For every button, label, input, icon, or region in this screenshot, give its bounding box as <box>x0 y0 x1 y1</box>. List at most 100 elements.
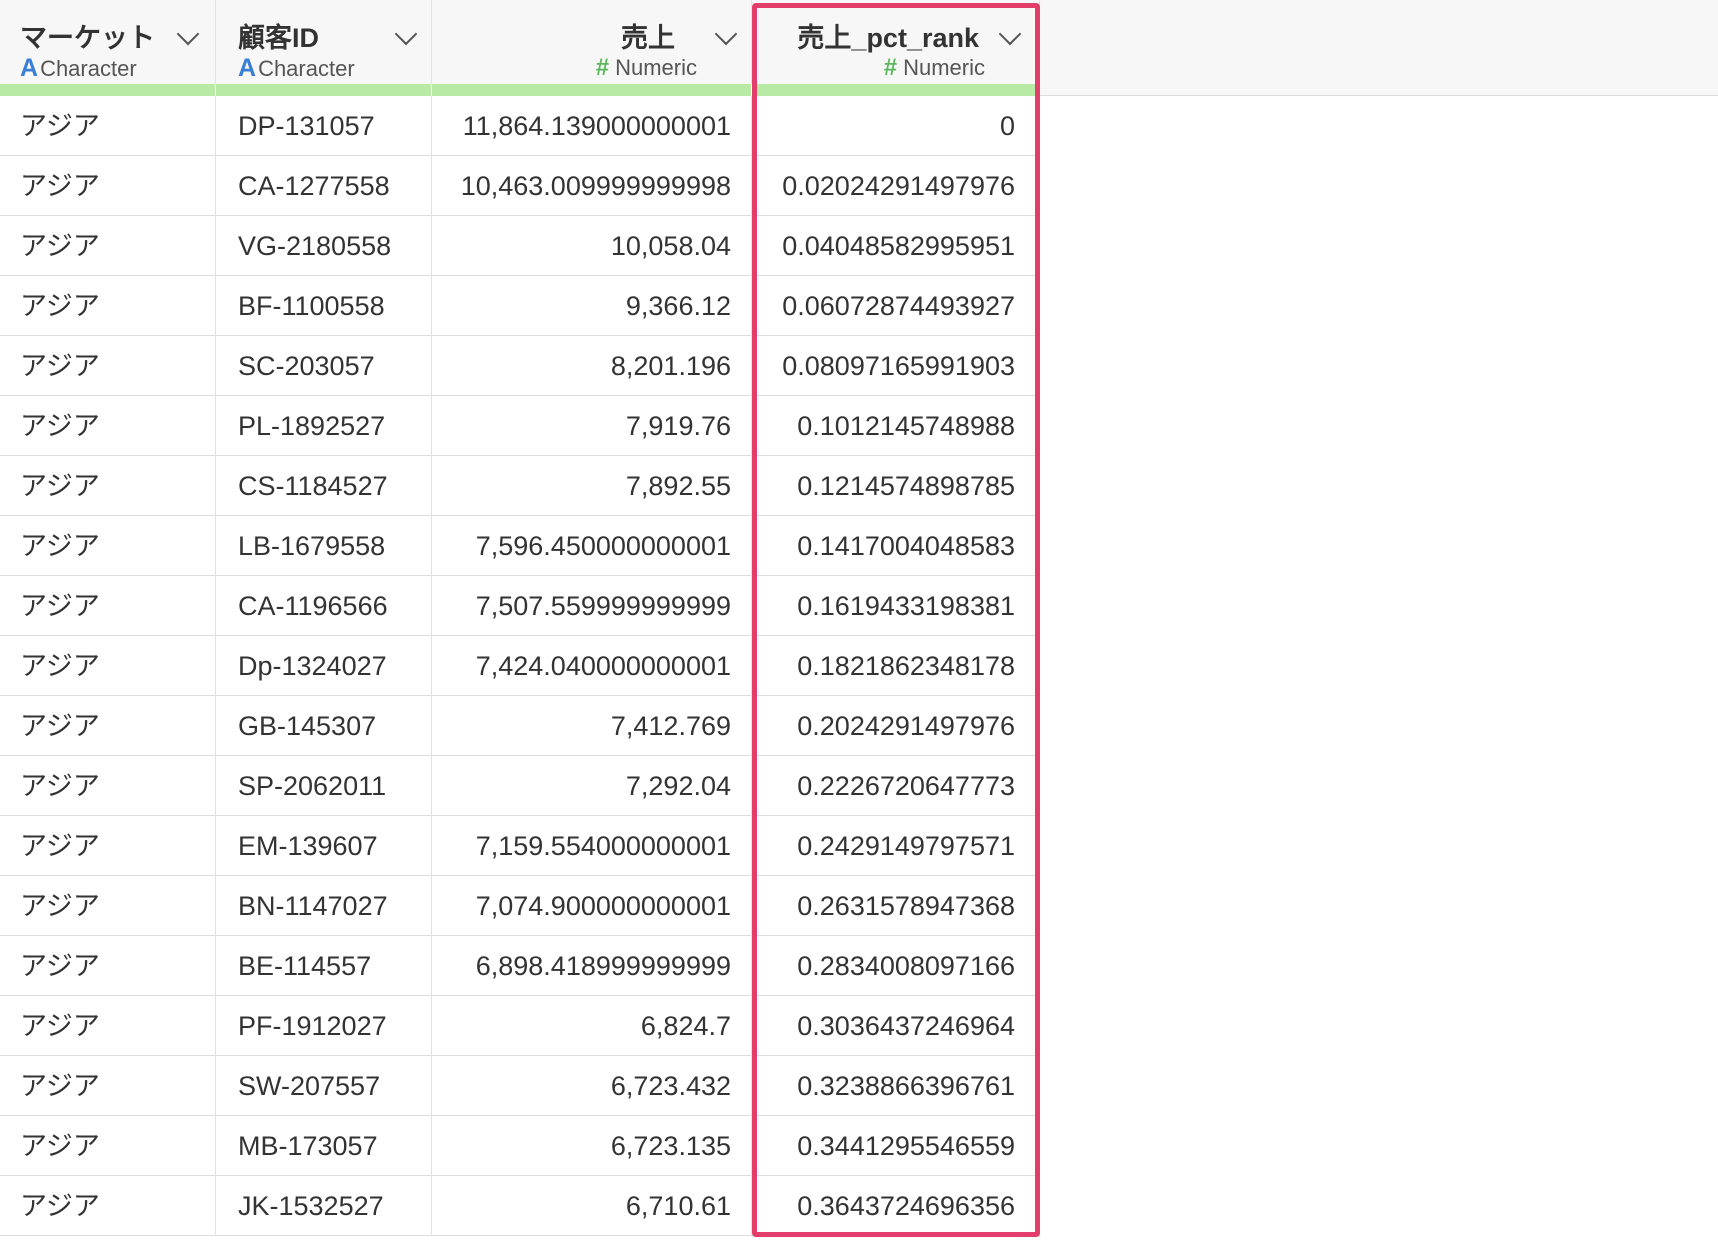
table-row[interactable]: アジア SP-2062011 7,292.04 0.2226720647773 <box>0 756 1040 816</box>
table-row[interactable]: アジア MB-173057 6,723.135 0.3441295546559 <box>0 1116 1040 1176</box>
table-row[interactable]: アジア BF-1100558 9,366.12 0.06072874493927 <box>0 276 1040 336</box>
cell-market[interactable]: アジア <box>0 516 216 576</box>
cell-sales-pct-rank[interactable]: 0.1821862348178 <box>752 636 1040 696</box>
cell-sales-pct-rank[interactable]: 0.2834008097166 <box>752 936 1040 996</box>
cell-market[interactable]: アジア <box>0 1056 216 1116</box>
cell-sales[interactable]: 6,824.7 <box>432 996 752 1056</box>
column-header-customer-id[interactable]: 顧客ID ACharacter <box>216 0 432 96</box>
cell-customer-id[interactable]: LB-1679558 <box>216 516 432 576</box>
cell-sales-pct-rank[interactable]: 0.2226720647773 <box>752 756 1040 816</box>
cell-customer-id[interactable]: SC-203057 <box>216 336 432 396</box>
cell-customer-id[interactable]: SW-207557 <box>216 1056 432 1116</box>
cell-market[interactable]: アジア <box>0 936 216 996</box>
cell-sales[interactable]: 7,159.554000000001 <box>432 816 752 876</box>
cell-market[interactable]: アジア <box>0 276 216 336</box>
cell-customer-id[interactable]: CA-1196566 <box>216 576 432 636</box>
cell-sales[interactable]: 10,463.009999999998 <box>432 156 752 216</box>
cell-customer-id[interactable]: CA-1277558 <box>216 156 432 216</box>
cell-sales-pct-rank[interactable]: 0.06072874493927 <box>752 276 1040 336</box>
chevron-down-icon[interactable] <box>998 22 1022 46</box>
cell-sales-pct-rank[interactable]: 0.2024291497976 <box>752 696 1040 756</box>
table-row[interactable]: アジア VG-2180558 10,058.04 0.04048582995951 <box>0 216 1040 276</box>
cell-sales[interactable]: 6,723.135 <box>432 1116 752 1176</box>
cell-market[interactable]: アジア <box>0 1176 216 1236</box>
cell-customer-id[interactable]: Dp-1324027 <box>216 636 432 696</box>
cell-customer-id[interactable]: PF-1912027 <box>216 996 432 1056</box>
cell-customer-id[interactable]: GB-145307 <box>216 696 432 756</box>
cell-sales-pct-rank[interactable]: 0.3036437246964 <box>752 996 1040 1056</box>
cell-sales[interactable]: 6,898.418999999999 <box>432 936 752 996</box>
chevron-down-icon[interactable] <box>394 22 418 46</box>
cell-market[interactable]: アジア <box>0 636 216 696</box>
table-row[interactable]: アジア JK-1532527 6,710.61 0.3643724696356 <box>0 1176 1040 1236</box>
table-row[interactable]: アジア Dp-1324027 7,424.040000000001 0.1821862… <box>0 636 1040 696</box>
table-row[interactable]: アジア EM-139607 7,159.554000000001 0.24291497… <box>0 816 1040 876</box>
cell-market[interactable]: アジア <box>0 336 216 396</box>
cell-sales-pct-rank[interactable]: 0.3238866396761 <box>752 1056 1040 1116</box>
cell-market[interactable]: アジア <box>0 456 216 516</box>
cell-sales-pct-rank[interactable]: 0.02024291497976 <box>752 156 1040 216</box>
cell-market[interactable]: アジア <box>0 96 216 156</box>
cell-sales-pct-rank[interactable]: 0.08097165991903 <box>752 336 1040 396</box>
chevron-down-icon[interactable] <box>176 22 200 46</box>
cell-customer-id[interactable]: PL-1892527 <box>216 396 432 456</box>
cell-customer-id[interactable]: BE-114557 <box>216 936 432 996</box>
cell-sales[interactable]: 7,074.900000000001 <box>432 876 752 936</box>
cell-customer-id[interactable]: BF-1100558 <box>216 276 432 336</box>
table-row[interactable]: アジア CS-1184527 7,892.55 0.1214574898785 <box>0 456 1040 516</box>
cell-sales[interactable]: 7,412.769 <box>432 696 752 756</box>
cell-sales-pct-rank[interactable]: 0.3441295546559 <box>752 1116 1040 1176</box>
cell-customer-id[interactable]: BN-1147027 <box>216 876 432 936</box>
cell-customer-id[interactable]: MB-173057 <box>216 1116 432 1176</box>
cell-customer-id[interactable]: DP-131057 <box>216 96 432 156</box>
table-row[interactable]: アジア PF-1912027 6,824.7 0.3036437246964 <box>0 996 1040 1056</box>
column-header-sales[interactable]: 売上 # Numeric <box>432 0 752 96</box>
cell-sales[interactable]: 10,058.04 <box>432 216 752 276</box>
cell-sales[interactable]: 7,292.04 <box>432 756 752 816</box>
cell-sales-pct-rank[interactable]: 0.2429149797571 <box>752 816 1040 876</box>
cell-customer-id[interactable]: SP-2062011 <box>216 756 432 816</box>
cell-sales[interactable]: 8,201.196 <box>432 336 752 396</box>
cell-market[interactable]: アジア <box>0 156 216 216</box>
column-header-market[interactable]: マーケット ACharacter <box>0 0 216 96</box>
cell-market[interactable]: アジア <box>0 576 216 636</box>
cell-market[interactable]: アジア <box>0 756 216 816</box>
cell-sales[interactable]: 7,507.559999999999 <box>432 576 752 636</box>
cell-sales-pct-rank[interactable]: 0.04048582995951 <box>752 216 1040 276</box>
cell-sales-pct-rank[interactable]: 0.1214574898785 <box>752 456 1040 516</box>
table-row[interactable]: アジア DP-131057 11,864.139000000001 0 <box>0 96 1040 156</box>
cell-sales[interactable]: 7,424.040000000001 <box>432 636 752 696</box>
table-row[interactable]: アジア CA-1196566 7,507.559999999999 0.1619433… <box>0 576 1040 636</box>
cell-sales-pct-rank[interactable]: 0.1619433198381 <box>752 576 1040 636</box>
cell-customer-id[interactable]: JK-1532527 <box>216 1176 432 1236</box>
cell-customer-id[interactable]: EM-139607 <box>216 816 432 876</box>
table-row[interactable]: アジア CA-1277558 10,463.009999999998 0.020242… <box>0 156 1040 216</box>
cell-market[interactable]: アジア <box>0 396 216 456</box>
cell-market[interactable]: アジア <box>0 816 216 876</box>
chevron-down-icon[interactable] <box>714 22 738 46</box>
cell-sales[interactable]: 7,919.76 <box>432 396 752 456</box>
cell-sales-pct-rank[interactable]: 0.2631578947368 <box>752 876 1040 936</box>
cell-sales[interactable]: 6,723.432 <box>432 1056 752 1116</box>
cell-market[interactable]: アジア <box>0 1116 216 1176</box>
cell-sales[interactable]: 6,710.61 <box>432 1176 752 1236</box>
cell-customer-id[interactable]: CS-1184527 <box>216 456 432 516</box>
cell-market[interactable]: アジア <box>0 216 216 276</box>
cell-sales[interactable]: 7,596.450000000001 <box>432 516 752 576</box>
cell-sales[interactable]: 9,366.12 <box>432 276 752 336</box>
table-row[interactable]: アジア SW-207557 6,723.432 0.3238866396761 <box>0 1056 1040 1116</box>
cell-sales-pct-rank[interactable]: 0.3643724696356 <box>752 1176 1040 1236</box>
cell-sales-pct-rank[interactable]: 0 <box>752 96 1040 156</box>
table-row[interactable]: アジア LB-1679558 7,596.450000000001 0.1417004… <box>0 516 1040 576</box>
cell-market[interactable]: アジア <box>0 876 216 936</box>
cell-market[interactable]: アジア <box>0 696 216 756</box>
table-row[interactable]: アジア PL-1892527 7,919.76 0.1012145748988 <box>0 396 1040 456</box>
table-row[interactable]: アジア BE-114557 6,898.418999999999 0.28340080… <box>0 936 1040 996</box>
cell-sales[interactable]: 7,892.55 <box>432 456 752 516</box>
cell-sales-pct-rank[interactable]: 0.1417004048583 <box>752 516 1040 576</box>
cell-sales[interactable]: 11,864.139000000001 <box>432 96 752 156</box>
table-row[interactable]: アジア SC-203057 8,201.196 0.08097165991903 <box>0 336 1040 396</box>
cell-market[interactable]: アジア <box>0 996 216 1056</box>
column-header-sales-pct-rank[interactable]: 売上_pct_rank # Numeric <box>752 0 1040 96</box>
cell-customer-id[interactable]: VG-2180558 <box>216 216 432 276</box>
